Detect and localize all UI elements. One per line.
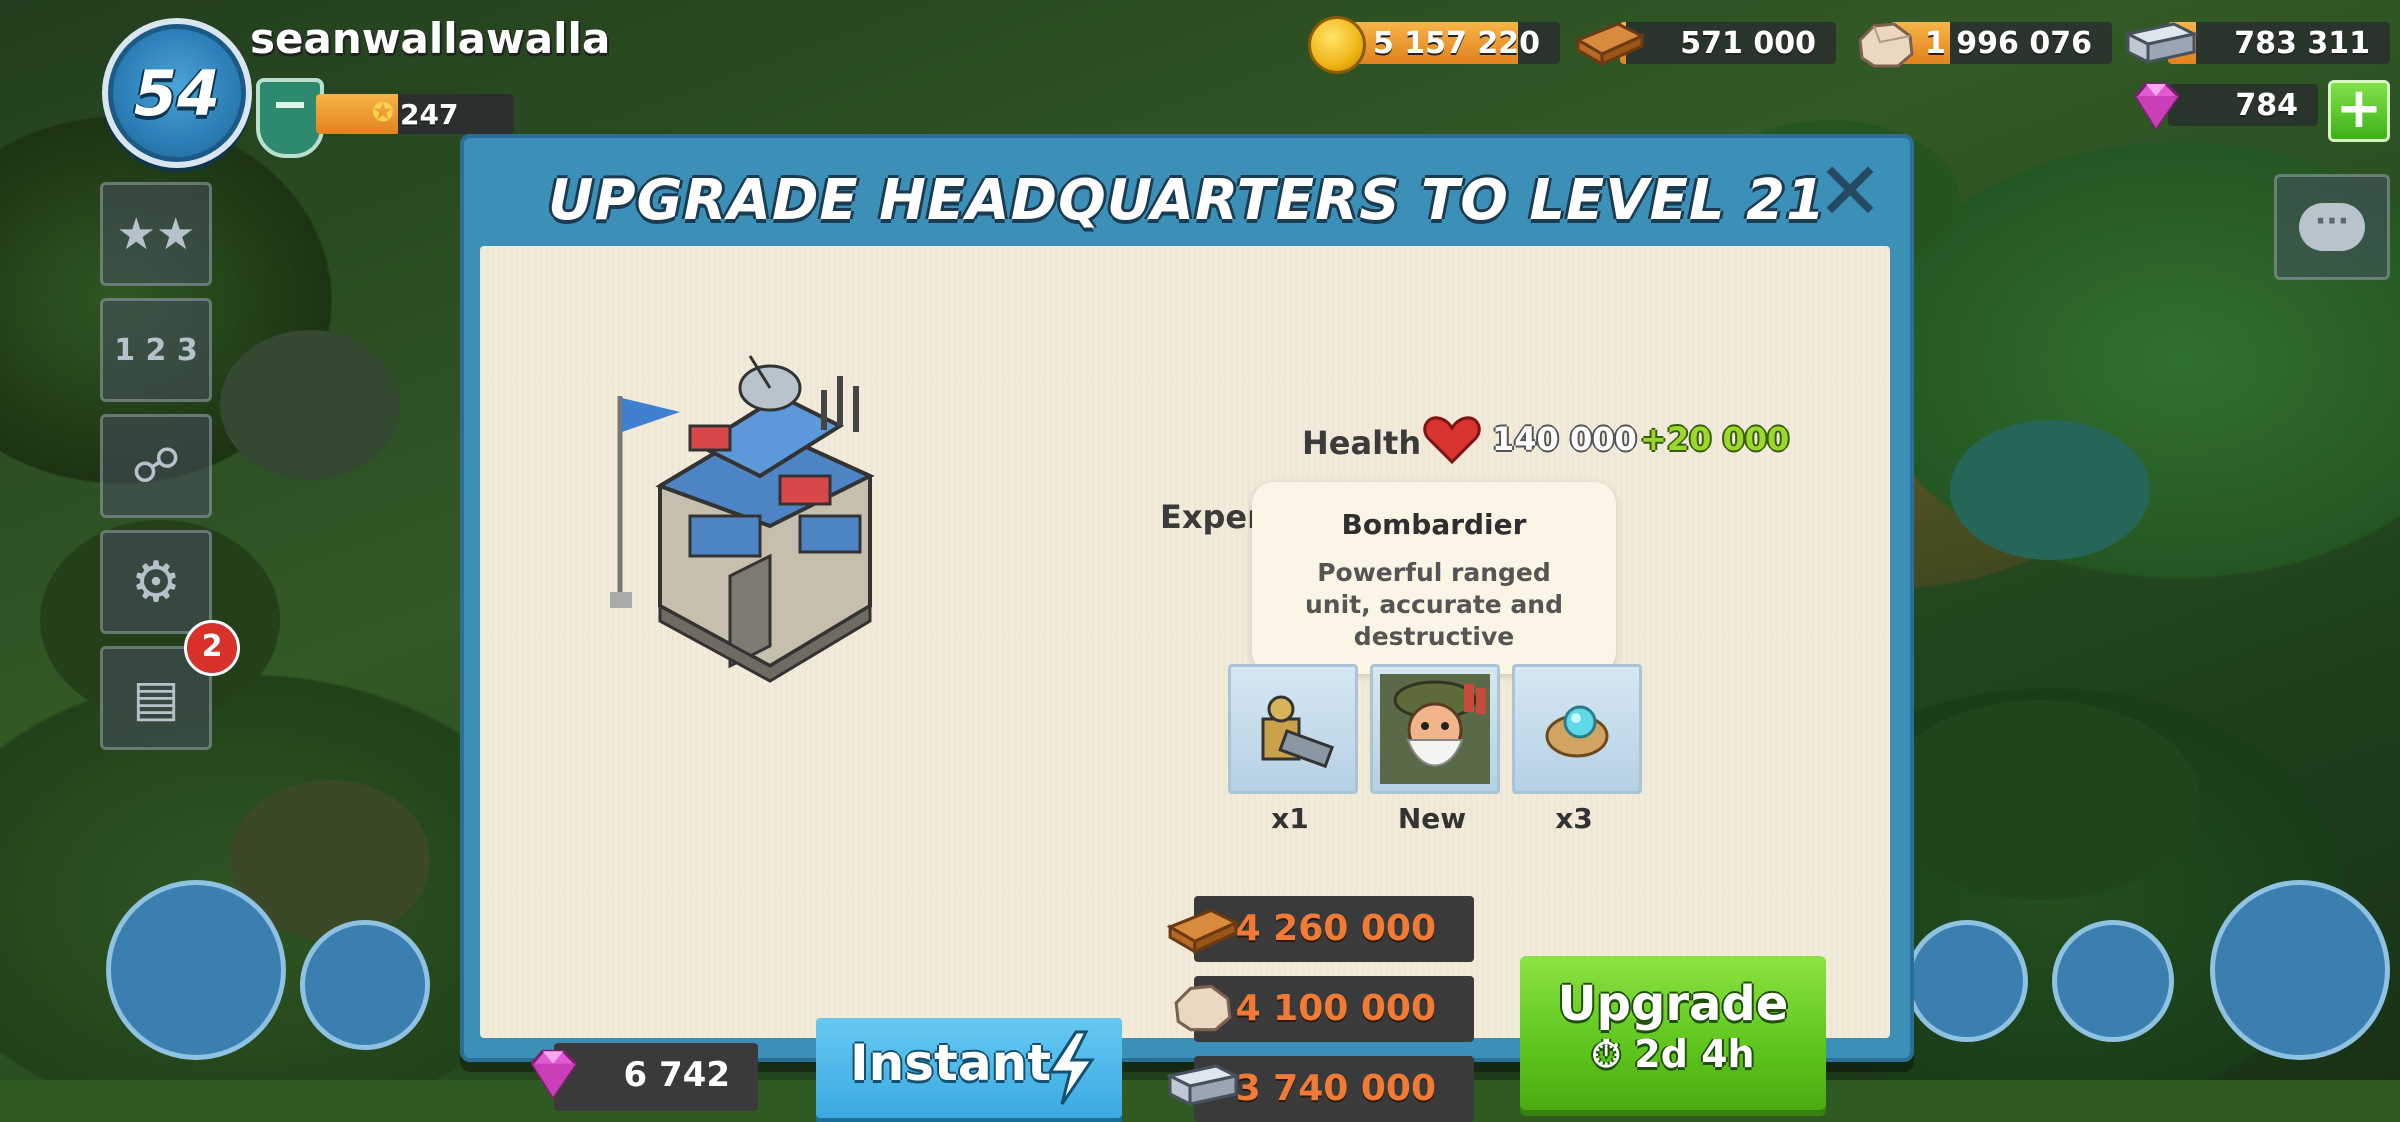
iron-icon <box>2124 22 2198 65</box>
leaderboard-button[interactable]: 1 2 3 <box>100 298 212 402</box>
dialog-title: UPGRADE HEADQUARTERS TO LEVEL 21 <box>548 168 1826 233</box>
iron-resource: 783 311 <box>2168 22 2390 64</box>
podium-icon: 1 2 3 <box>114 332 198 368</box>
achievements-button[interactable]: ★★ <box>100 182 212 286</box>
instant-button[interactable]: Instant <box>816 1018 1122 1118</box>
buy-diamonds-button[interactable]: + <box>2328 80 2390 142</box>
player-level-badge[interactable]: 54 <box>102 18 252 168</box>
instant-gem-cost: 6 742 <box>623 1055 730 1095</box>
upgrade-label: Upgrade <box>1557 976 1789 1032</box>
dialog-panel: Health 140 000 +20 000 Experien Bombardi… <box>480 246 1890 1122</box>
upgrade-dialog: UPGRADE HEADQUARTERS TO LEVEL 21 ✕ Healt… <box>460 134 1914 1122</box>
settings-button[interactable]: ⚙ <box>100 530 212 634</box>
diamond-amount: 784 <box>2235 88 2298 123</box>
gold-amount: 5 157 220 <box>1372 26 1540 61</box>
gem-stone-icon <box>1545 705 1609 758</box>
gold-resource: 5 157 220 <box>1342 22 1560 64</box>
diamond-icon <box>2134 82 2180 131</box>
health-label: Health <box>1302 424 1422 462</box>
upgrade-button[interactable]: Upgrade ⏱ 2d 4h <box>1520 956 1826 1110</box>
chat-button[interactable]: ··· <box>2274 174 2390 280</box>
chat-bubble-icon: ··· <box>2299 203 2365 251</box>
news-notification-badge: 2 <box>184 620 240 676</box>
tooltip-title: Bombardier <box>1341 508 1527 541</box>
boat-button[interactable] <box>1906 920 2028 1042</box>
unlock-gem-stone-label: x3 <box>1555 802 1593 835</box>
instant-label: Instant <box>850 1034 1052 1092</box>
unlock-bombardier[interactable] <box>1370 664 1500 794</box>
rank-shield-icon[interactable] <box>256 78 324 158</box>
wood-icon <box>1574 22 1646 67</box>
diamond-resource: 784 <box>2168 84 2318 126</box>
medal-icon: ✪ <box>372 98 394 128</box>
stone-resource: 1 996 076 <box>1890 22 2112 64</box>
rank-value: 247 <box>400 98 459 131</box>
iron-cost: 3 740 000 <box>1235 1068 1436 1109</box>
task-force-button[interactable]: ☍ <box>100 414 212 518</box>
lightning-icon <box>1047 1030 1095 1105</box>
player-level: 54 <box>133 56 221 130</box>
group-icon: ☍ <box>131 438 181 494</box>
map-button[interactable] <box>2052 920 2174 1042</box>
stone-cost-row: 4 100 000 <box>1194 976 1474 1042</box>
player-name: seanwallawalla <box>250 14 611 63</box>
upgrade-time-row: ⏱ 2d 4h <box>1520 1032 1826 1077</box>
treasure-chest-button[interactable] <box>300 920 430 1050</box>
stone-amount: 1 996 076 <box>1924 26 2092 61</box>
health-bonus: +20 000 <box>1640 420 1790 458</box>
gold-coin-icon <box>1308 16 1366 74</box>
stopwatch-icon: ⏱ <box>1591 1032 1622 1076</box>
headquarters-building-image <box>610 355 875 683</box>
diamond-cost-icon <box>530 1049 578 1100</box>
heart-icon <box>1423 416 1481 465</box>
cannon-icon <box>1261 695 1335 769</box>
unlock-bombardier-label: New <box>1397 802 1467 835</box>
gear-icon: ⚙ <box>130 549 182 615</box>
stone-cost: 4 100 000 <box>1235 988 1436 1029</box>
upgrade-time: 2d 4h <box>1634 1032 1755 1076</box>
stone-cost-icon <box>1174 984 1232 1032</box>
bombardier-portrait <box>1380 674 1490 784</box>
health-value: 140 000 <box>1492 420 1637 458</box>
compass-attack-button[interactable] <box>2210 880 2390 1060</box>
stars-icon: ★★ <box>116 208 196 260</box>
rank-progress-bar: ✪ 247 <box>316 94 514 134</box>
unlock-gem-stone[interactable] <box>1512 664 1642 794</box>
wood-cost-icon <box>1166 908 1240 955</box>
newspaper-icon: ▤ <box>132 669 180 727</box>
close-button[interactable]: ✕ <box>1816 152 1884 232</box>
wood-resource: 571 000 <box>1620 22 1836 64</box>
wood-cost: 4 260 000 <box>1235 908 1436 949</box>
iron-cost-icon <box>1166 1064 1240 1107</box>
unit-tooltip: Bombardier Powerful ranged unit, accurat… <box>1252 482 1616 692</box>
tooltip-description: Powerful ranged unit, accurate and destr… <box>1305 558 1563 651</box>
build-hammer-button[interactable] <box>106 880 286 1060</box>
unlock-cannon[interactable] <box>1228 664 1358 794</box>
wood-amount: 571 000 <box>1680 26 1816 61</box>
instant-gem-cost-row: 6 742 <box>554 1043 758 1111</box>
iron-amount: 783 311 <box>2234 26 2370 61</box>
unlock-cannon-label: x1 <box>1271 802 1309 835</box>
stone-icon <box>1858 22 1914 68</box>
